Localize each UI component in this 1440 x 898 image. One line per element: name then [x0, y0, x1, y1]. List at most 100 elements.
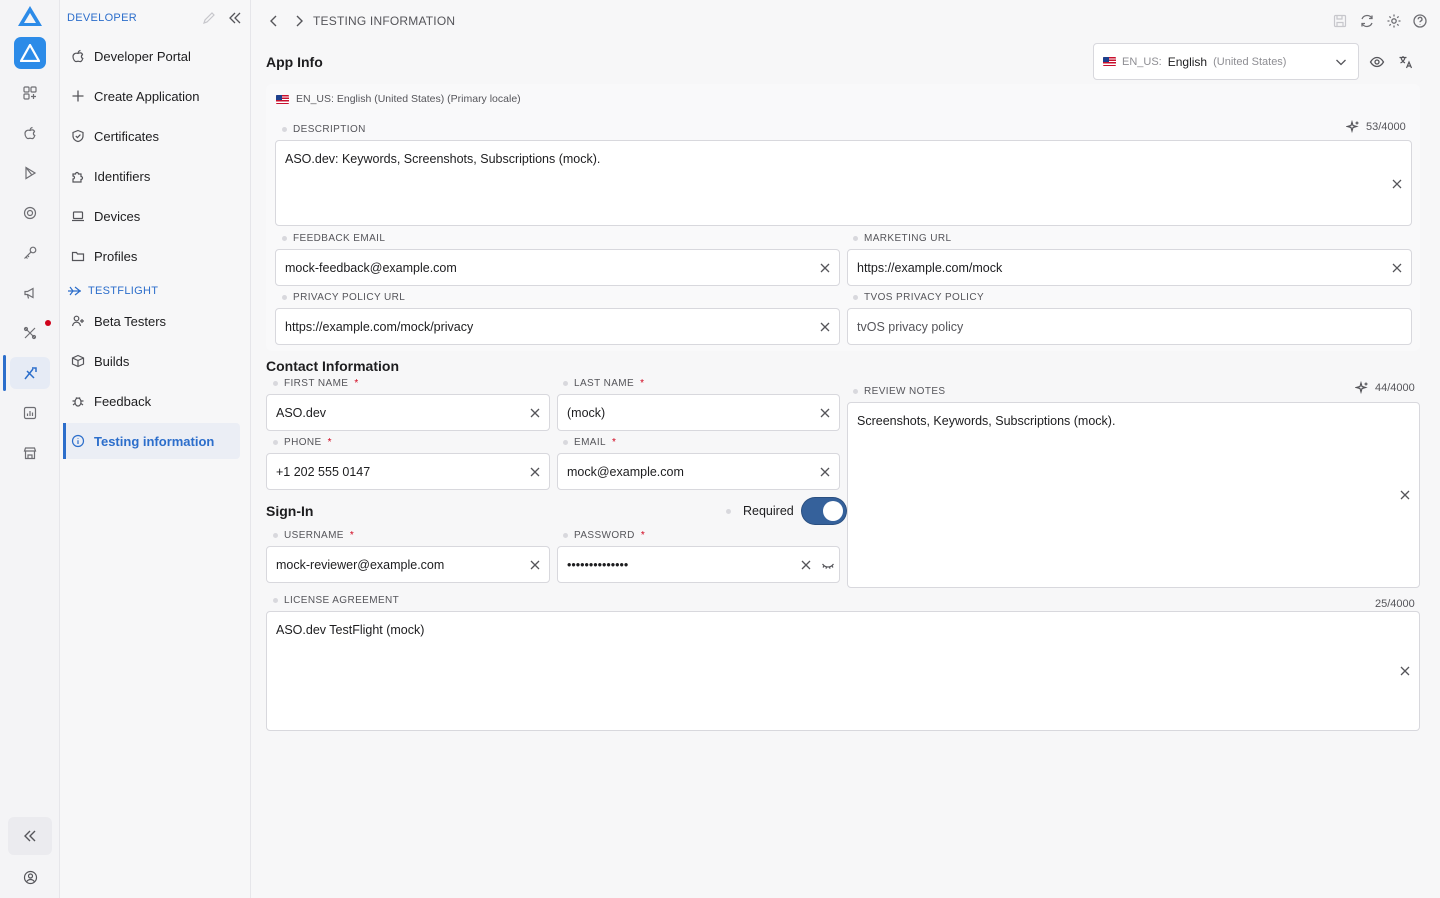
app-icon[interactable] — [14, 37, 46, 69]
sparkle-icon[interactable] — [1346, 120, 1360, 134]
sidebar-item-label: Testing information — [94, 433, 215, 449]
apple-icon[interactable] — [10, 117, 50, 149]
username-field[interactable]: mock-reviewer@example.com — [266, 546, 550, 583]
phone-label: PHONE * — [273, 437, 332, 448]
last-name-field[interactable]: (mock) — [557, 394, 840, 431]
sidebar-item-label: Create Application — [94, 88, 200, 104]
key-icon[interactable] — [10, 237, 50, 269]
close-icon[interactable] — [1398, 488, 1412, 502]
first-name-value: ASO.dev — [276, 406, 327, 420]
xcode-icon[interactable] — [3, 355, 50, 391]
apps-grid-icon[interactable] — [10, 77, 50, 109]
back-chevron-icon[interactable] — [266, 13, 282, 29]
gear-icon[interactable] — [1386, 13, 1402, 29]
close-icon[interactable] — [528, 406, 542, 420]
sidebar-item-builds[interactable]: Builds — [64, 343, 240, 379]
section-testflight-label: TESTFLIGHT — [88, 285, 159, 297]
review-notes-counter: 44/4000 — [1355, 381, 1415, 395]
chevron-down-icon — [1334, 55, 1348, 69]
target-icon[interactable] — [10, 197, 50, 229]
sidebar-item-developer-portal[interactable]: Developer Portal — [64, 38, 240, 74]
testflight-icon — [67, 284, 82, 298]
tools-icon[interactable] — [10, 317, 50, 349]
sidebar-item-label: Builds — [94, 353, 130, 369]
sidebar-item-identifiers[interactable]: Identifiers — [64, 158, 240, 194]
password-value: •••••••••••••• — [567, 558, 629, 572]
save-icon[interactable] — [1332, 13, 1348, 29]
sidebar-item-devices[interactable]: Devices — [64, 198, 240, 234]
contact-heading: Contact Information — [266, 358, 399, 374]
user-add-icon — [70, 313, 86, 329]
collapse-double-chevron-icon[interactable] — [8, 817, 52, 855]
close-icon[interactable] — [818, 320, 832, 334]
close-icon[interactable] — [528, 465, 542, 479]
forward-chevron-icon[interactable] — [291, 13, 307, 29]
required-toggle[interactable] — [801, 498, 846, 524]
first-name-field[interactable]: ASO.dev — [266, 394, 550, 431]
puzzle-icon — [70, 168, 86, 184]
sidebar-item-feedback[interactable]: Feedback — [64, 383, 240, 419]
password-field[interactable]: •••••••••••••• — [557, 546, 840, 583]
page-title: TESTING INFORMATION — [313, 14, 456, 28]
license-agreement-textarea[interactable]: ASO.dev TestFlight (mock) — [266, 611, 1420, 731]
close-icon[interactable] — [1398, 664, 1412, 678]
close-icon[interactable] — [1390, 177, 1404, 191]
username-label: USERNAME * — [273, 530, 354, 541]
marketing-url-field[interactable]: https://example.com/mock — [847, 249, 1412, 286]
close-icon[interactable] — [818, 465, 832, 479]
section-developer: DEVELOPER — [67, 12, 137, 24]
collapse-sidebar-icon[interactable] — [228, 11, 242, 25]
info-icon — [70, 433, 86, 449]
section-testflight: TESTFLIGHT — [67, 284, 158, 298]
tvos-privacy-policy-field[interactable]: tvOS privacy policy — [847, 308, 1412, 345]
close-icon[interactable] — [818, 406, 832, 420]
required-dot — [726, 508, 731, 514]
account-circle-icon[interactable] — [8, 858, 52, 896]
refresh-icon[interactable] — [1359, 13, 1375, 29]
sidebar-item-profiles[interactable]: Profiles — [64, 238, 240, 274]
close-icon[interactable] — [799, 558, 813, 572]
translate-icon[interactable] — [1398, 54, 1414, 70]
email-field[interactable]: mock@example.com — [557, 453, 840, 490]
eye-icon[interactable] — [1369, 54, 1385, 70]
close-icon[interactable] — [818, 261, 832, 275]
review-notes-textarea[interactable]: Screenshots, Keywords, Subscriptions (mo… — [847, 402, 1420, 588]
close-icon[interactable] — [528, 558, 542, 572]
sidebar-item-create-application[interactable]: Create Application — [64, 78, 240, 114]
sidebar-header-tools — [202, 11, 242, 25]
locale-select[interactable]: EN_US: English (United States) — [1093, 43, 1359, 80]
help-icon[interactable] — [1412, 13, 1428, 29]
play-store-icon[interactable] — [10, 157, 50, 189]
eye-closed-icon[interactable] — [821, 558, 835, 572]
apple-outline-icon — [70, 48, 86, 64]
license-counter: 25/4000 — [1375, 598, 1415, 610]
laptop-icon — [70, 208, 86, 224]
required-label: Required — [743, 504, 794, 518]
close-icon[interactable] — [1390, 261, 1404, 275]
megaphone-icon[interactable] — [10, 277, 50, 309]
description-textarea[interactable]: ASO.dev: Keywords, Screenshots, Subscrip… — [275, 140, 1412, 226]
password-label: PASSWORD * — [563, 530, 645, 541]
sidebar-item-testing-information[interactable]: Testing information — [63, 423, 240, 459]
first-name-label: FIRST NAME * — [273, 378, 359, 389]
store-icon[interactable] — [10, 437, 50, 469]
plus-icon — [70, 88, 86, 104]
phone-field[interactable]: +1 202 555 0147 — [266, 453, 550, 490]
last-name-value: (mock) — [567, 406, 606, 420]
feedback-email-label: FEEDBACK EMAIL — [282, 233, 385, 244]
feedback-email-field[interactable]: mock-feedback@example.com — [275, 249, 840, 286]
edit-pencil-icon[interactable] — [202, 11, 216, 25]
sidebar-item-certificates[interactable]: Certificates — [64, 118, 240, 154]
us-flag-icon — [1103, 57, 1116, 66]
feedback-email-value: mock-feedback@example.com — [285, 261, 457, 275]
sidebar-item-label: Devices — [94, 208, 141, 224]
aso-logo-icon[interactable] — [17, 5, 43, 27]
sparkle-icon[interactable] — [1355, 381, 1369, 395]
sidebar-item-beta-testers[interactable]: Beta Testers — [64, 303, 240, 339]
review-notes-label: REVIEW NOTES — [853, 386, 945, 397]
analytics-icon[interactable] — [10, 397, 50, 429]
sidebar: DEVELOPER Developer Portal Create Applic… — [60, 0, 251, 898]
locale-caption: EN_US: English (United States) (Primary … — [276, 93, 521, 105]
privacy-policy-url-field[interactable]: https://example.com/mock/privacy — [275, 308, 840, 345]
privacy-policy-url-value: https://example.com/mock/privacy — [285, 320, 474, 334]
